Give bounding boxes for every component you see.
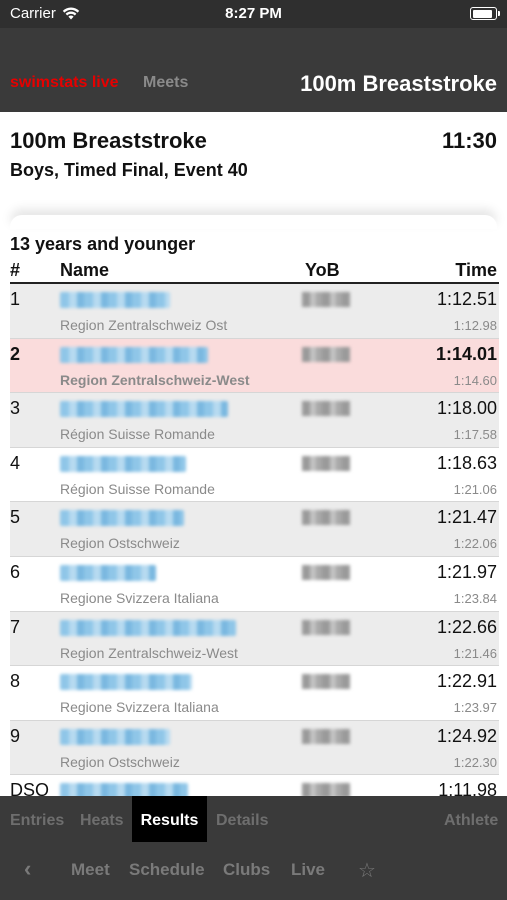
row-region: Region Ostschweiz: [60, 535, 180, 552]
nav-title: 100m Breaststroke: [300, 71, 497, 96]
card-edge: [10, 215, 497, 229]
row-rank: 6: [10, 561, 21, 582]
row-seed-time: 1:22.06: [453, 536, 497, 552]
row-time: 1:12.51: [436, 289, 497, 309]
tab-results[interactable]: Results: [132, 796, 207, 842]
yob-blurred: [302, 510, 350, 526]
athlete-name-blurred: [60, 674, 192, 691]
clubs-button[interactable]: Clubs: [223, 860, 270, 880]
yob-blurred: [302, 346, 350, 362]
row-rank: 3: [10, 398, 21, 419]
favorite-star-icon[interactable]: ☆: [358, 858, 376, 883]
row-region: Regione Svizzera Italiana: [60, 589, 219, 606]
athlete-name-blurred: [60, 401, 228, 418]
row-time: 1:24.92: [436, 725, 497, 746]
column-rank: #: [10, 260, 21, 280]
row-seed-time: 1:21.46: [453, 645, 497, 661]
schedule-button[interactable]: Schedule: [129, 860, 205, 880]
sub-tab-bar: Entries Heats Results Details Athlete: [0, 796, 507, 842]
table-row[interactable]: 1 1:12.51 Region Zentralschweiz Ost 1:12…: [10, 284, 499, 339]
row-seed-time: 1:14.60: [453, 372, 497, 388]
row-time: 1:14.01: [435, 343, 497, 364]
status-time: 8:27 PM: [225, 5, 282, 22]
age-group-title: 13 years and younger: [10, 234, 196, 254]
yob-blurred: [302, 455, 350, 471]
row-time: 1:21.47: [436, 507, 497, 528]
bottom-toolbar: ‹ Meet Schedule Clubs Live ☆: [0, 842, 507, 900]
row-seed-time: 1:23.84: [453, 590, 497, 606]
yob-blurred: [302, 564, 350, 580]
table-row[interactable]: 8 1:22.91 Regione Svizzera Italiana 1:23…: [10, 666, 499, 721]
tab-heats[interactable]: Heats: [80, 796, 124, 842]
column-time: Time: [455, 260, 497, 280]
table-row[interactable]: 7 1:22.66 Region Zentralschweiz-West 1:2…: [10, 611, 499, 667]
tab-entries[interactable]: Entries: [10, 796, 64, 842]
event-time: 11:30: [441, 128, 497, 153]
athlete-name-blurred: [60, 510, 184, 527]
yob-blurred: [302, 674, 350, 690]
athlete-name-blurred: [60, 455, 186, 472]
live-button[interactable]: Live: [291, 860, 325, 880]
meets-link[interactable]: Meets: [143, 74, 188, 92]
battery-icon: [470, 7, 500, 20]
row-rank: 7: [10, 616, 21, 637]
yob-blurred: [302, 292, 350, 307]
tab-athlete[interactable]: Athlete: [444, 796, 498, 842]
meet-button[interactable]: Meet: [71, 860, 110, 880]
row-region: Région Suisse Romande: [60, 426, 215, 443]
status-bar: Carrier 8:27 PM: [0, 0, 507, 28]
column-yob: YoB: [305, 260, 340, 280]
row-seed-time: 1:22.30: [453, 754, 497, 770]
table-row[interactable]: 5 1:21.47 Region Ostschweiz 1:22.06: [10, 502, 499, 557]
row-region: Région Suisse Romande: [60, 480, 215, 497]
table-row[interactable]: 9 1:24.92 Region Ostschweiz 1:22.30: [10, 720, 499, 776]
table-row[interactable]: 2 1:14.01 Region Zentralschweiz-West 1:1…: [10, 338, 499, 394]
row-rank: 8: [10, 671, 21, 692]
yob-blurred: [302, 728, 350, 744]
table-row[interactable]: 3 1:18.00 Région Suisse Romande 1:17.58: [10, 393, 499, 448]
row-region: Region Zentralschweiz-West: [60, 371, 250, 388]
athlete-name-blurred: [60, 292, 170, 308]
event-title: 100m Breaststroke: [10, 128, 207, 153]
athlete-name-blurred: [60, 564, 156, 581]
row-seed-time: 1:23.97: [453, 700, 497, 716]
row-rank: 4: [10, 452, 21, 473]
back-chevron-icon[interactable]: ‹: [24, 856, 31, 882]
row-rank: 9: [10, 725, 21, 746]
athlete-name-blurred: [60, 728, 170, 745]
event-subtitle: Boys, Timed Final, Event 40: [10, 160, 248, 180]
row-region: Region Ostschweiz: [60, 753, 180, 770]
row-region: Regione Svizzera Italiana: [60, 699, 219, 716]
event-header: 100m Breaststroke 11:30 Boys, Timed Fina…: [0, 112, 507, 217]
row-time: 1:21.97: [436, 561, 497, 582]
athlete-name-blurred: [60, 346, 208, 363]
row-seed-time: 1:12.98: [453, 318, 497, 333]
row-seed-time: 1:21.06: [453, 481, 497, 497]
yob-blurred: [302, 619, 350, 635]
brand-logo[interactable]: swimstats live: [10, 74, 119, 92]
row-time: 1:22.91: [436, 671, 497, 692]
row-region: Region Zentralschweiz-West: [60, 644, 238, 661]
row-rank: 5: [10, 507, 21, 528]
row-time: 1:18.00: [436, 398, 497, 419]
table-row[interactable]: 6 1:21.97 Regione Svizzera Italiana 1:23…: [10, 556, 499, 612]
tab-details[interactable]: Details: [216, 796, 268, 842]
row-rank: 1: [10, 289, 21, 309]
row-time: 1:22.66: [436, 616, 497, 637]
row-seed-time: 1:17.58: [453, 427, 497, 443]
table-header: # Name YoB Time: [10, 260, 499, 284]
table-row[interactable]: 4 1:18.63 Région Suisse Romande 1:21.06: [10, 447, 499, 503]
row-rank: 2: [10, 343, 21, 364]
yob-blurred: [302, 401, 350, 417]
nav-bar: swimstats live Meets 100m Breaststroke: [0, 28, 507, 112]
row-region: Region Zentralschweiz Ost: [60, 317, 228, 333]
athlete-name-blurred: [60, 619, 236, 636]
results-table: 13 years and younger # Name YoB Time 1 1…: [10, 232, 499, 830]
column-name: Name: [60, 260, 110, 280]
row-time: 1:18.63: [436, 452, 497, 473]
